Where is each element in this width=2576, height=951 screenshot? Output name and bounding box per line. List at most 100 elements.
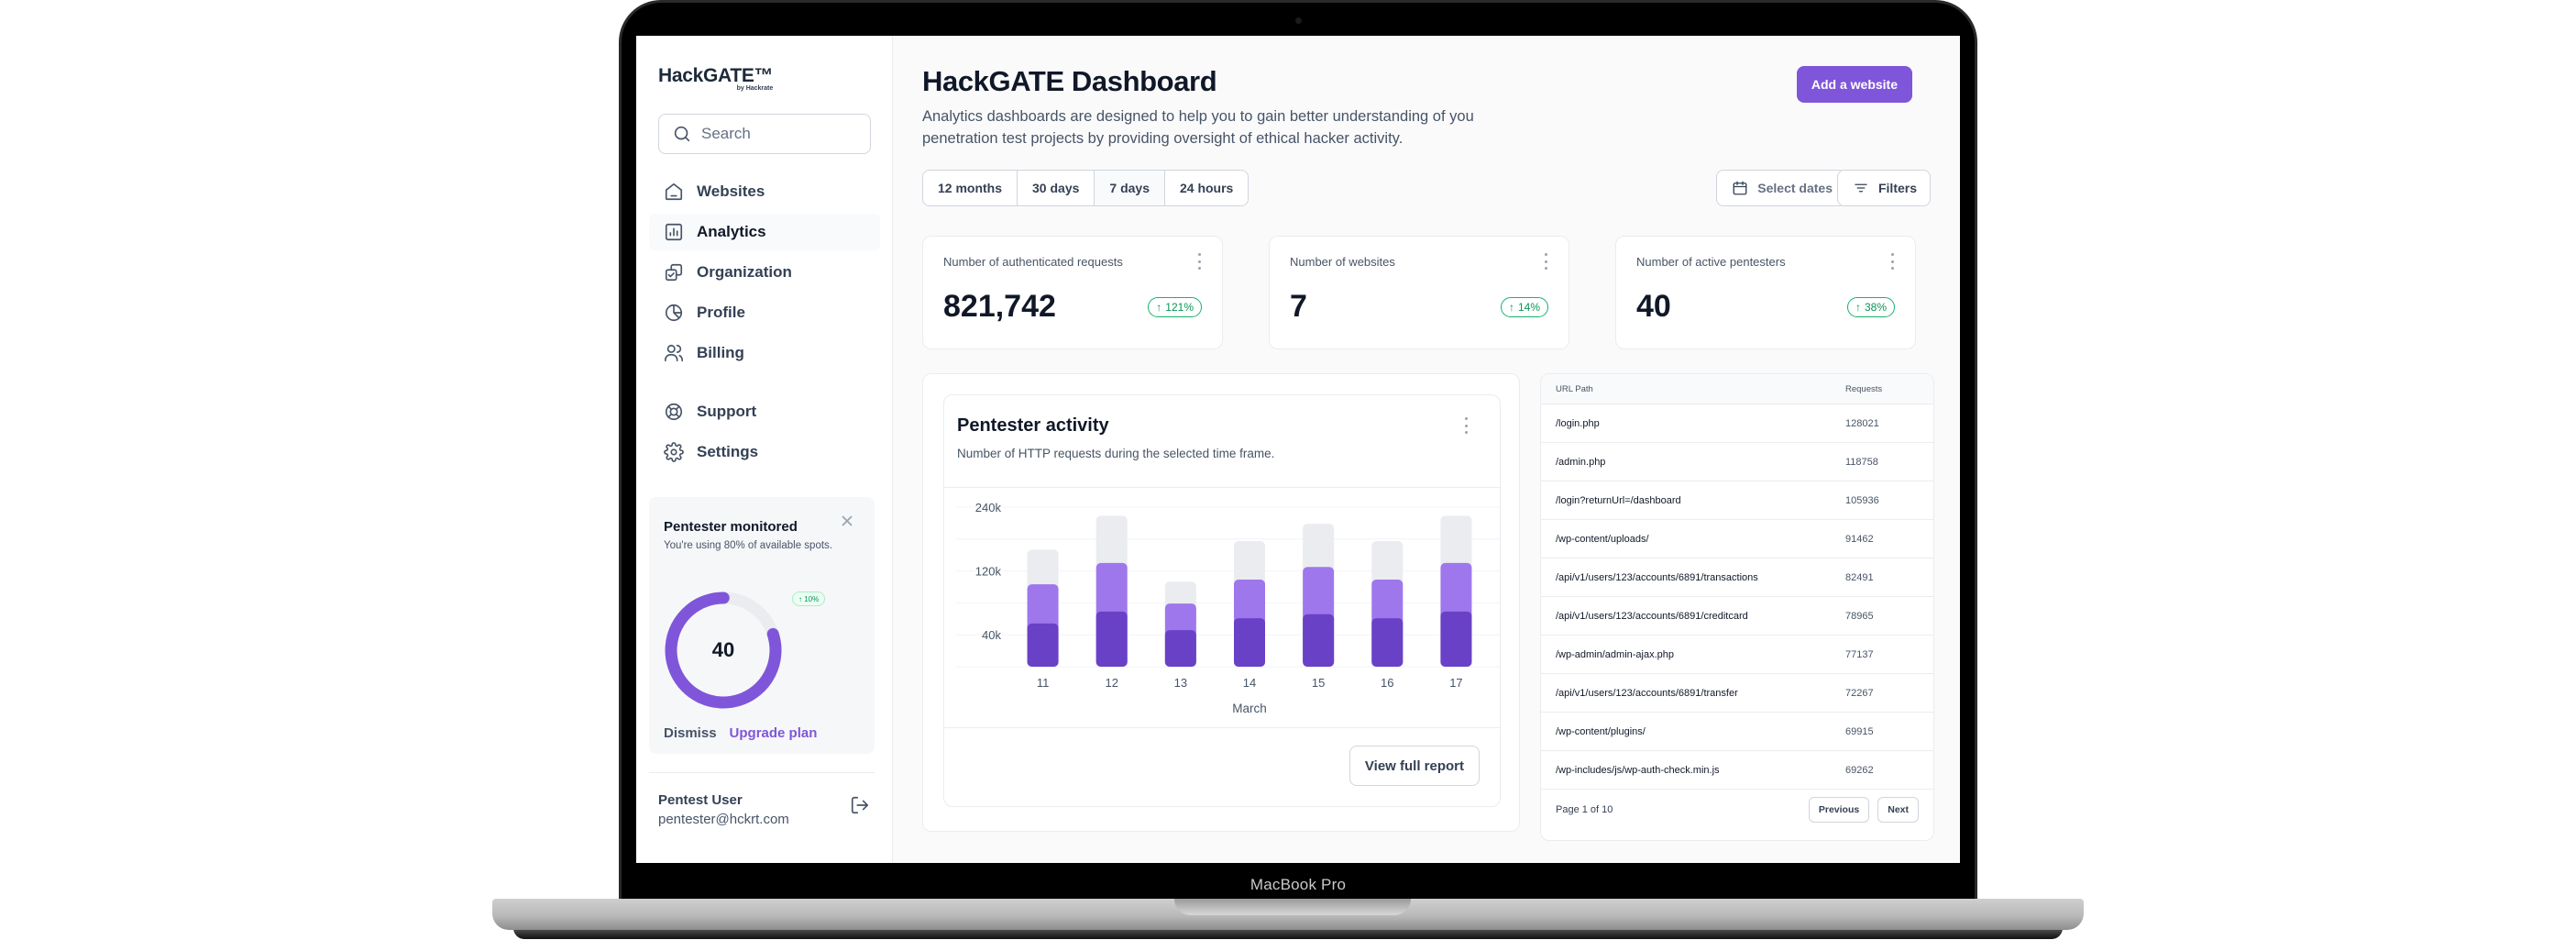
range-12-months[interactable]: 12 months — [923, 171, 1018, 205]
dismiss-button[interactable]: Dismiss — [664, 725, 717, 741]
upgrade-plan-button[interactable]: Upgrade plan — [730, 725, 818, 741]
table-row[interactable]: /wp-admin/admin-ajax.php 77137 — [1541, 636, 1933, 674]
bar-segment-tier-1 — [1371, 618, 1404, 667]
table-pagination: Page 1 of 10 Previous Next — [1541, 790, 1933, 830]
range-7-days[interactable]: 7 days — [1095, 171, 1165, 205]
column-header-url-path[interactable]: URL Path — [1556, 384, 1845, 394]
sidebar-item-label: Websites — [697, 182, 765, 200]
select-dates-button[interactable]: Select dates — [1716, 170, 1846, 206]
stat-change-badge: ↑ 14% — [1500, 297, 1548, 317]
search-input[interactable] — [701, 125, 857, 143]
more-vertical-icon[interactable] — [1889, 253, 1895, 270]
bar-segment-tier-1 — [1027, 623, 1059, 667]
page-title: HackGATE Dashboard — [922, 65, 1217, 97]
table-row[interactable]: /wp-content/uploads/91462 — [1541, 520, 1933, 558]
column-header-requests[interactable]: Requests — [1845, 384, 1919, 394]
stat-change: 14% — [1517, 301, 1540, 314]
stat-label: Number of active pentesters — [1636, 255, 1786, 269]
requests-cell: 118758 — [1845, 456, 1878, 468]
stat-change: 121% — [1165, 301, 1194, 314]
table-row[interactable]: /api/v1/users/123/accounts/6891/transfer… — [1541, 674, 1933, 713]
stat-change-badge: ↑ 38% — [1846, 297, 1895, 317]
stat-value: 821,742 — [943, 289, 1056, 324]
table-row[interactable]: /admin.php 118758 — [1541, 443, 1933, 481]
stat-card-requests: Number of authenticated requests 821,742… — [922, 236, 1223, 349]
home-icon — [664, 182, 684, 202]
logo[interactable]: HackGATE™ by Hackrate — [658, 65, 774, 92]
app-screen: HackGATE™ by Hackrate Websites Analytics — [636, 36, 1960, 863]
y-tick-label: 240k — [975, 501, 1002, 514]
search-icon — [672, 124, 692, 144]
sidebar-item-profile[interactable]: Profile — [649, 294, 880, 331]
sidebar-item-settings[interactable]: Settings — [649, 434, 880, 470]
table-row[interactable]: /api/v1/users/123/accounts/6891/creditca… — [1541, 597, 1933, 636]
more-vertical-icon[interactable] — [1543, 253, 1548, 270]
requests-cell: 69262 — [1845, 764, 1874, 776]
table-row[interactable]: /login?returnUrl=/dashboard 105936 — [1541, 481, 1933, 520]
url-path-cell: /api/v1/users/123/accounts/6891/creditca… — [1556, 610, 1748, 622]
url-path-cell: /wp-content/uploads/ — [1556, 533, 1649, 545]
x-tick-label: 13 — [1174, 676, 1187, 690]
calendar-icon — [1730, 178, 1750, 198]
arrow-up-icon: ↑ — [1508, 301, 1514, 314]
table-row[interactable]: /login.php 128021 — [1541, 404, 1933, 443]
chart-section: Pentester activity Number of HTTP reques… — [922, 373, 1520, 832]
logout-icon[interactable] — [850, 795, 870, 815]
add-website-button[interactable]: Add a website — [1796, 66, 1912, 103]
sidebar-item-billing[interactable]: Billing — [649, 335, 880, 371]
bar-segment-tier-1 — [1440, 611, 1472, 667]
camera-icon — [1295, 17, 1302, 24]
sidebar-item-organization[interactable]: Organization — [649, 254, 880, 291]
divider — [944, 727, 1500, 728]
stat-card-websites: Number of websites 7 ↑ 14% — [1269, 236, 1569, 349]
filters-label: Filters — [1877, 181, 1917, 195]
pentester-activity-card: Pentester activity Number of HTTP reques… — [943, 394, 1501, 807]
url-path-cell: /wp-content/plugins/ — [1556, 725, 1646, 737]
change-badge: ↑ 10% — [792, 592, 826, 606]
table-row[interactable]: /api/v1/users/123/accounts/6891/transact… — [1541, 558, 1933, 597]
bar-chart-icon — [664, 222, 684, 242]
range-24-hours[interactable]: 24 hours — [1165, 171, 1248, 205]
next-page-button[interactable]: Next — [1877, 797, 1919, 823]
range-30-days[interactable]: 30 days — [1018, 171, 1095, 205]
url-path-cell: /wp-admin/admin-ajax.php — [1556, 648, 1675, 660]
search-box[interactable] — [658, 114, 871, 154]
requests-cell: 69915 — [1845, 725, 1874, 737]
x-tick-label: 15 — [1312, 676, 1325, 690]
sidebar-item-label: Profile — [697, 304, 745, 321]
requests-cell: 82491 — [1845, 571, 1874, 583]
filters-button[interactable]: Filters — [1836, 170, 1931, 206]
sidebar-item-support[interactable]: Support — [649, 393, 880, 430]
bar-segment-tier-1 — [1303, 614, 1335, 667]
requests-cell: 77137 — [1845, 648, 1874, 660]
url-path-cell: /api/v1/users/123/accounts/6891/transact… — [1556, 571, 1758, 583]
table-row[interactable]: /wp-includes/js/wp-auth-check.min.js 6926… — [1541, 751, 1933, 790]
gear-icon — [664, 442, 684, 462]
sidebar: HackGATE™ by Hackrate Websites Analytics — [636, 36, 893, 863]
requests-cell: 105936 — [1845, 494, 1879, 506]
user-profile[interactable]: Pentest User pentester@hckrt.com — [658, 792, 789, 827]
x-tick-label: 16 — [1381, 676, 1393, 690]
more-vertical-icon[interactable] — [1196, 253, 1202, 270]
copy-check-icon — [664, 262, 684, 282]
more-vertical-icon[interactable] — [1463, 417, 1469, 434]
filter-lines-icon — [1851, 178, 1871, 198]
page-indicator: Page 1 of 10 — [1556, 804, 1613, 815]
sidebar-item-analytics[interactable]: Analytics — [649, 214, 880, 250]
table-row[interactable]: /wp-content/plugins/69915 — [1541, 713, 1933, 751]
main-content: HackGATE Dashboard Analytics dashboards … — [893, 36, 1960, 863]
sidebar-item-websites[interactable]: Websites — [649, 173, 880, 210]
divider — [649, 772, 875, 773]
close-icon[interactable] — [838, 512, 856, 530]
usage-value: 40 — [711, 638, 735, 661]
change-badge-value: 10% — [804, 594, 820, 603]
view-full-report-button[interactable]: View full report — [1349, 746, 1480, 786]
sidebar-item-label: Analytics — [697, 223, 766, 240]
sidebar-item-label: Organization — [697, 263, 792, 281]
previous-page-button[interactable]: Previous — [1808, 797, 1870, 823]
sidebar-item-label: Settings — [697, 443, 759, 460]
y-tick-label: 120k — [975, 565, 1002, 579]
arrow-up-icon: ↑ — [1156, 301, 1162, 314]
url-requests-table: URL Path Requests /login.php 128021/admin… — [1540, 373, 1934, 841]
